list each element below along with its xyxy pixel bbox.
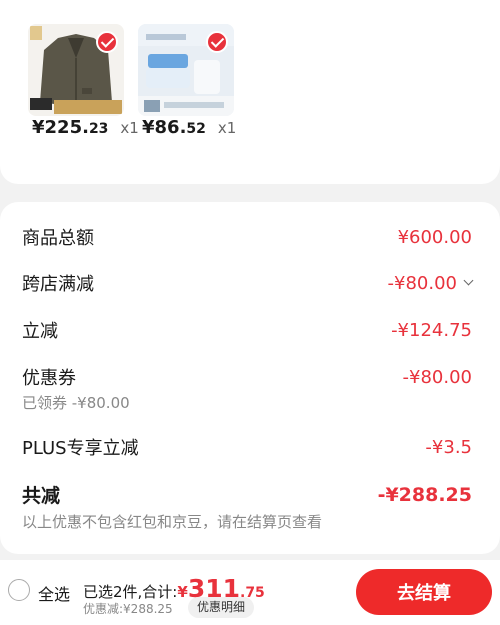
discount-detail-button[interactable]: 优惠明细: [188, 597, 255, 618]
goods-total-value: ¥600.00: [397, 226, 472, 248]
product-price: ¥86. 52 x1: [142, 117, 236, 138]
checkout-bar: 全选 已选2件,合计: ¥ 311 .75 优惠减:¥288.25 优惠明细 去…: [0, 560, 500, 625]
select-all-radio[interactable]: [8, 579, 30, 601]
checkout-button[interactable]: 去结算: [356, 569, 492, 615]
goods-total-row: 商品总额 ¥600.00: [22, 224, 472, 250]
total-currency-symbol: ¥: [177, 583, 188, 601]
goods-total-label: 商品总额: [22, 228, 94, 249]
coupon-value: -¥80.00: [402, 366, 472, 388]
selected-count-text: 已选2件,合计:: [83, 583, 178, 601]
selected-check-icon[interactable]: [96, 31, 118, 53]
discount-note: 以上优惠不包含红包和京豆，请在结算页查看: [22, 513, 323, 531]
chevron-down-icon[interactable]: [463, 275, 474, 286]
total-discount-row: 共减 -¥288.25: [22, 481, 472, 508]
cross-store-value-group[interactable]: -¥80.00: [387, 272, 474, 294]
cross-store-value: -¥80.00: [387, 272, 457, 294]
instant-discount-value: -¥124.75: [391, 319, 472, 341]
coupon-sub-label: 已领券 -¥80.00: [22, 394, 130, 412]
skincare-product-image[interactable]: [138, 24, 234, 116]
plus-discount-label: PLUS专享立减: [22, 438, 139, 459]
total-discount-value: -¥288.25: [377, 483, 472, 506]
quantity-label: x1: [217, 119, 237, 137]
instant-discount-row: 立减 -¥124.75: [22, 317, 472, 343]
plus-discount-value: -¥3.5: [425, 436, 472, 458]
plus-discount-row: PLUS专享立减 -¥3.5: [22, 434, 472, 460]
price-main: ¥225.: [32, 117, 89, 138]
price-decimal: 23: [88, 121, 109, 137]
product-item[interactable]: [138, 24, 234, 116]
quantity-label: x1: [120, 119, 139, 137]
select-all-label[interactable]: 全选: [38, 581, 70, 605]
total-discount-label: 共减: [22, 485, 61, 507]
price-decimal: 52: [186, 121, 206, 137]
price-main: ¥86.: [142, 117, 187, 138]
product-item[interactable]: [28, 24, 124, 116]
blazer-product-image[interactable]: [28, 24, 124, 116]
selected-check-icon[interactable]: [206, 31, 228, 53]
discount-summary-text: 优惠减:¥288.25: [83, 602, 173, 616]
products-card: ¥225. 23 x1 ¥86. 52 x1: [0, 0, 500, 184]
instant-discount-label: 立减: [22, 321, 58, 342]
cross-store-discount-row[interactable]: 跨店满减 -¥80.00: [22, 270, 474, 296]
cross-store-label: 跨店满减: [22, 274, 94, 295]
coupon-row: 优惠券 -¥80.00: [22, 364, 472, 390]
coupon-label: 优惠券: [22, 368, 76, 389]
product-price: ¥225. 23 x1: [32, 117, 139, 138]
